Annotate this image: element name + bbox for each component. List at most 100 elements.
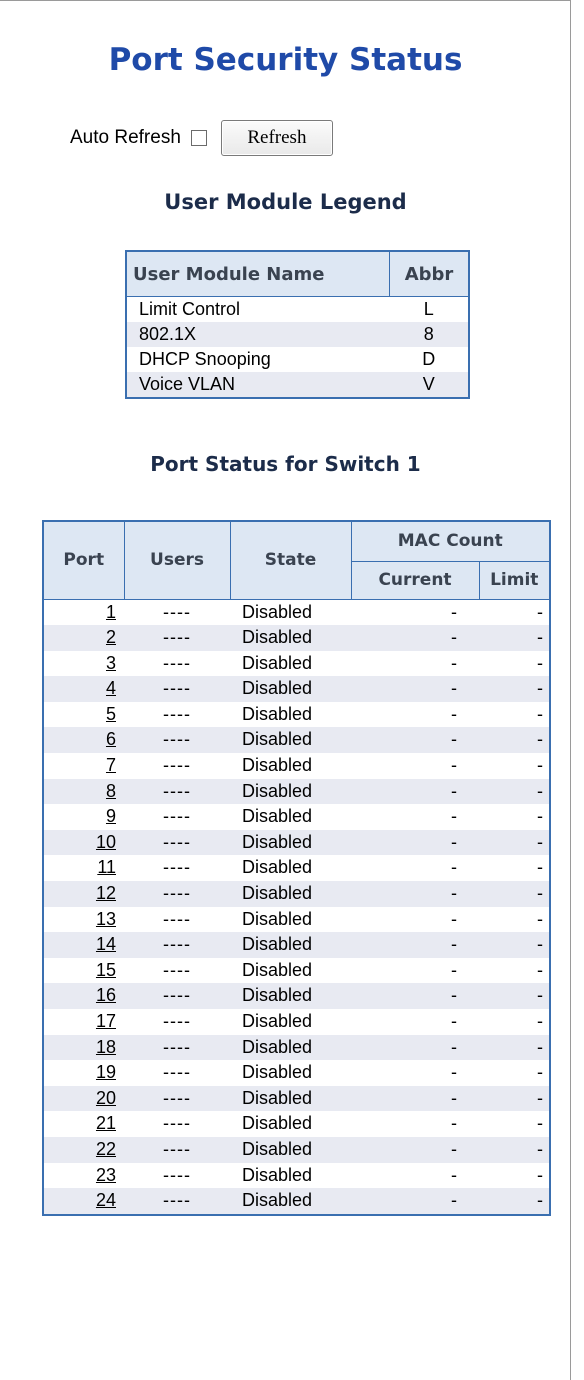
current-cell: - [351,753,479,779]
port-status-title: Port Status for Switch 1 [150,452,421,476]
users-cell: ---- [124,599,230,626]
limit-cell: - [479,727,550,754]
current-cell: - [351,829,479,856]
table-row: 15 ---- Disabled - - [43,957,550,984]
limit-cell: - [479,625,550,651]
legend-module-abbr: 8 [389,322,469,347]
current-cell: - [351,625,479,651]
port-status-table: Port Users State MAC Count Current Limit… [42,520,551,1216]
port-link[interactable]: 24 [96,1190,116,1210]
port-link[interactable]: 10 [96,832,116,852]
port-link[interactable]: 19 [96,1062,116,1082]
port-link[interactable]: 22 [96,1139,116,1159]
legend-row: Voice VLAN V [126,372,469,398]
table-row: 16 ---- Disabled - - [43,983,550,1009]
table-row: 2 ---- Disabled - - [43,625,550,651]
legend-header-name: User Module Name [125,250,390,297]
refresh-button[interactable]: Refresh [220,120,333,156]
port-cell: 18 [43,1034,124,1061]
state-cell: Disabled [230,1111,351,1137]
port-link[interactable]: 1 [106,602,116,622]
port-cell: 19 [43,1060,124,1086]
refresh-controls: Auto Refresh Refresh [70,120,333,156]
state-cell: Disabled [230,701,351,728]
table-row: 21 ---- Disabled - - [43,1111,550,1137]
limit-header: Limit [478,560,551,600]
port-link[interactable]: 8 [106,781,116,801]
limit-cell: - [479,855,550,882]
table-row: 6 ---- Disabled - - [43,727,550,754]
table-row: 4 ---- Disabled - - [43,676,550,702]
current-cell: - [351,1060,479,1086]
users-cell: ---- [124,1009,230,1035]
state-cell: Disabled [230,983,351,1009]
auto-refresh-checkbox[interactable] [190,130,207,146]
limit-cell: - [479,1085,550,1112]
port-link[interactable]: 6 [106,729,116,749]
port-link[interactable]: 14 [96,934,116,954]
limit-cell: - [479,829,550,856]
legend-module-name: 802.1X [126,322,390,347]
port-link[interactable]: 18 [96,1037,116,1057]
port-link[interactable]: 17 [96,1011,116,1031]
port-link[interactable]: 13 [96,909,116,929]
current-cell: - [351,1085,479,1112]
state-cell: Disabled [230,906,351,933]
current-cell: - [351,1034,479,1061]
port-link[interactable]: 20 [96,1088,116,1108]
current-cell: - [351,906,479,933]
table-row: 9 ---- Disabled - - [43,804,550,830]
port-cell: 24 [43,1188,124,1215]
port-cell: 13 [43,906,124,933]
port-link[interactable]: 16 [96,985,116,1005]
legend-module-abbr: V [389,372,469,398]
users-cell: ---- [124,1188,230,1215]
state-cell: Disabled [230,1162,351,1189]
port-status-body: 1 ---- Disabled - -2 ---- Disabled - -3 ---- Disab… [43,599,550,1215]
current-cell: - [351,957,479,984]
limit-cell: - [479,983,550,1009]
table-row: 13 ---- Disabled - - [43,906,550,933]
port-link[interactable]: 5 [106,704,116,724]
port-cell: 7 [43,753,124,779]
legend-title: User Module Legend [164,190,407,214]
users-cell: ---- [124,855,230,882]
port-link[interactable]: 12 [96,883,116,903]
port-link[interactable]: 2 [106,627,116,647]
port-link[interactable]: 7 [106,755,116,775]
users-cell: ---- [124,701,230,728]
state-cell: Disabled [230,753,351,779]
port-link[interactable]: 11 [97,857,116,877]
users-cell: ---- [124,1136,230,1163]
port-cell: 2 [43,625,124,651]
port-link[interactable]: 3 [106,653,116,673]
table-row: 10 ---- Disabled - - [43,829,550,856]
limit-cell: - [479,650,550,677]
legend-row: 802.1X 8 [126,322,469,347]
state-cell: Disabled [230,1060,351,1086]
current-cell: - [351,1111,479,1137]
port-link[interactable]: 9 [106,806,116,826]
table-row: 11 ---- Disabled - - [43,855,550,882]
users-cell: ---- [124,1085,230,1112]
current-cell: - [351,1136,479,1163]
state-cell: Disabled [230,957,351,984]
port-link[interactable]: 23 [96,1165,116,1185]
port-link[interactable]: 21 [96,1113,116,1133]
users-cell: ---- [124,1060,230,1086]
port-cell: 3 [43,650,124,677]
limit-cell: - [479,778,550,805]
port-link[interactable]: 15 [96,960,116,980]
current-cell: - [351,599,479,626]
port-cell: 15 [43,957,124,984]
current-cell: - [351,983,479,1009]
legend-module-name: Voice VLAN [126,372,390,398]
limit-cell: - [479,1111,550,1137]
state-cell: Disabled [230,881,351,907]
port-cell: 4 [43,676,124,702]
port-cell: 23 [43,1162,124,1189]
limit-cell: - [479,1034,550,1061]
state-cell: Disabled [230,650,351,677]
legend-module-name: Limit Control [126,296,390,322]
port-link[interactable]: 4 [106,678,116,698]
